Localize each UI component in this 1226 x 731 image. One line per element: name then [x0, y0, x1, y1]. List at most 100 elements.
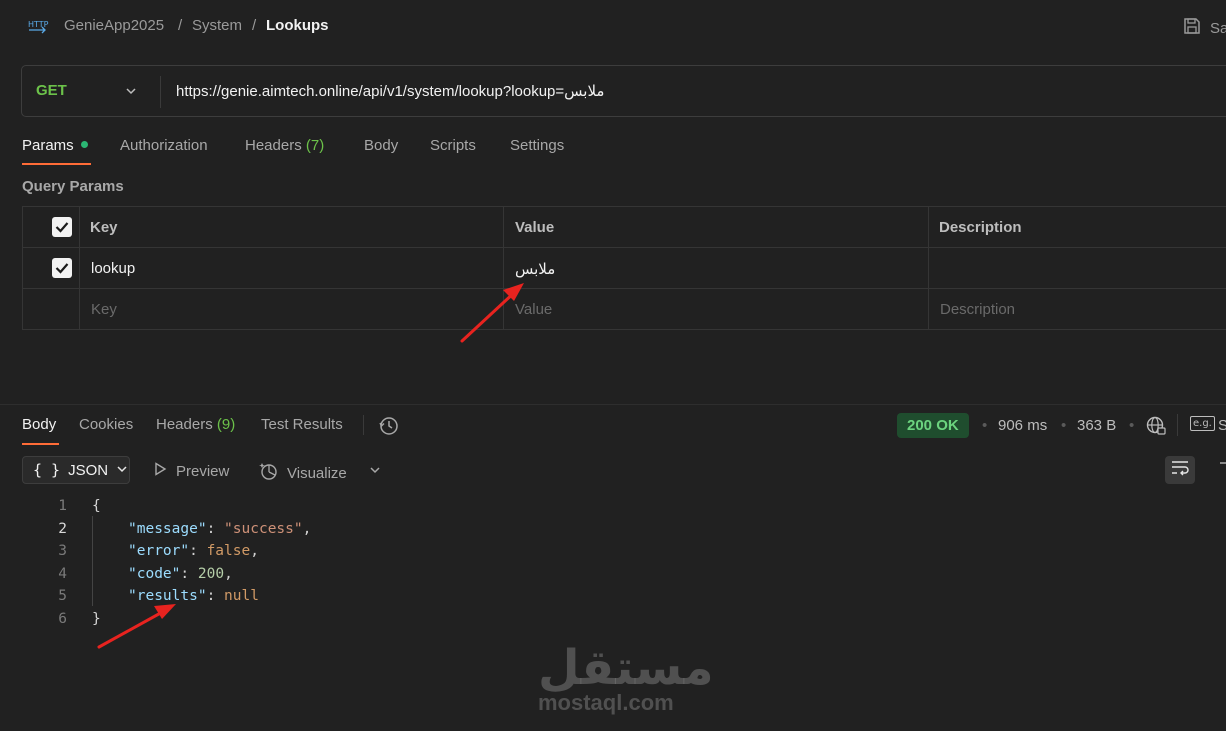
response-tab-body[interactable]: Body — [22, 416, 56, 433]
meta-separator: • — [982, 417, 988, 434]
json-key: "code" — [128, 566, 181, 582]
query-params-title: Query Params — [22, 178, 124, 195]
select-all-checkbox[interactable] — [52, 217, 72, 237]
response-tab-test-results[interactable]: Test Results — [261, 416, 343, 433]
watermark-arabic: مستقل — [538, 640, 714, 696]
preview-label: Preview — [176, 462, 230, 480]
line-number: 1 — [58, 498, 67, 514]
new-value-input[interactable]: Value — [515, 301, 552, 318]
history-icon[interactable] — [378, 415, 400, 441]
meta-divider — [1177, 414, 1178, 436]
params-indicator-dot — [80, 140, 88, 148]
new-description-input[interactable]: Description — [940, 301, 1015, 318]
url-bar: GET https://genie.aimtech.online/api/v1/… — [21, 65, 1226, 117]
save-button[interactable]: Sa — [1182, 16, 1226, 40]
save-response-label[interactable]: S — [1218, 417, 1226, 434]
url-divider — [160, 76, 161, 108]
query-params-table: Key Value Description lookup ملابس Key V… — [22, 206, 1226, 330]
code-line: "results": null — [128, 588, 259, 604]
meta-separator: • — [1129, 417, 1135, 434]
line-number: 4 — [58, 566, 67, 582]
format-select[interactable]: { } JSON — [22, 456, 130, 484]
response-tab-headers[interactable]: Headers (9) — [156, 416, 235, 433]
code-line: { — [92, 498, 101, 520]
save-icon — [1182, 16, 1202, 40]
pane-divider[interactable] — [0, 404, 1226, 405]
breadcrumb-folder[interactable]: System — [192, 17, 242, 34]
visualize-label: Visualize — [287, 464, 347, 482]
play-icon — [152, 461, 168, 481]
json-key: "message" — [128, 521, 207, 537]
table-header-row: Key Value Description — [23, 207, 1226, 248]
filter-icon[interactable] — [1220, 462, 1226, 464]
breadcrumb-separator: / — [178, 17, 183, 34]
tab-separator — [363, 415, 364, 435]
table-row-empty: Key Value Description — [23, 289, 1226, 330]
visualize-menu-chevron-icon[interactable] — [368, 463, 382, 481]
response-tab-headers-label: Headers — [156, 416, 213, 433]
format-label: JSON — [68, 461, 109, 479]
tab-scripts[interactable]: Scripts — [430, 137, 476, 154]
svg-text:HTTP: HTTP — [28, 20, 49, 29]
network-globe-icon[interactable] — [1145, 415, 1167, 441]
json-braces-icon: { } — [33, 461, 61, 479]
active-tab-indicator — [22, 163, 91, 165]
json-boolean-value: false — [206, 543, 251, 559]
headers-count: (7) — [305, 137, 325, 154]
tab-body[interactable]: Body — [364, 137, 398, 154]
breadcrumb-separator: / — [252, 17, 257, 34]
preview-button[interactable]: Preview — [152, 461, 229, 481]
save-as-example-icon[interactable]: e.g. — [1190, 416, 1215, 431]
save-label: Sa — [1210, 19, 1226, 37]
json-close-brace: } — [92, 611, 101, 627]
column-header-value: Value — [515, 219, 555, 236]
code-line: "message": "success", — [128, 521, 312, 537]
response-size[interactable]: 363 B — [1077, 417, 1116, 434]
param-enabled-checkbox[interactable] — [52, 258, 72, 278]
watermark-latin: mostaql.com — [538, 690, 674, 715]
line-number: 6 — [58, 611, 67, 627]
new-key-input[interactable]: Key — [91, 301, 117, 318]
method-select[interactable]: GET — [36, 82, 67, 99]
chevron-down-icon — [116, 462, 128, 479]
wrap-lines-button[interactable] — [1165, 456, 1195, 484]
response-headers-count: (9) — [216, 416, 236, 433]
tab-settings[interactable]: Settings — [510, 137, 564, 154]
response-active-tab-indicator — [22, 443, 59, 445]
json-number-value: 200 — [197, 566, 225, 582]
tab-params[interactable]: Params — [22, 137, 88, 154]
breadcrumb-request: Lookups — [266, 17, 329, 34]
code-line: } — [92, 611, 101, 633]
json-key: "results" — [128, 588, 207, 604]
status-badge[interactable]: 200 OK — [897, 413, 969, 438]
column-header-description: Description — [939, 219, 1022, 236]
json-open-brace: { — [92, 498, 101, 514]
tab-authorization[interactable]: Authorization — [120, 137, 208, 154]
table-row: lookup ملابس — [23, 248, 1226, 289]
line-number: 5 — [58, 588, 67, 604]
param-key-input[interactable]: lookup — [91, 260, 135, 277]
json-key: "error" — [128, 543, 190, 559]
http-icon: HTTP — [27, 16, 49, 36]
tab-headers[interactable]: Headers (7) — [245, 137, 324, 154]
json-string-value: "success" — [224, 521, 303, 537]
tab-headers-label: Headers — [245, 137, 302, 154]
breadcrumb-collection[interactable]: GenieApp2025 — [64, 17, 164, 34]
indent-guide — [92, 516, 93, 606]
visualize-button[interactable]: Visualize — [259, 461, 347, 485]
annotation-arrow-results — [97, 604, 176, 649]
response-time[interactable]: 906 ms — [998, 417, 1047, 434]
param-value-input[interactable]: ملابس — [515, 260, 555, 278]
line-number: 2 — [58, 521, 67, 537]
visualize-icon — [259, 461, 279, 485]
tab-params-label: Params — [22, 137, 74, 154]
code-line: "code": 200, — [128, 566, 233, 582]
wrap-lines-icon — [1170, 459, 1190, 481]
json-null-value: null — [224, 588, 259, 604]
response-tab-cookies[interactable]: Cookies — [79, 416, 133, 433]
url-input[interactable]: https://genie.aimtech.online/api/v1/syst… — [176, 82, 604, 100]
column-header-key: Key — [90, 219, 118, 236]
chevron-down-icon[interactable] — [124, 84, 138, 98]
code-line: "error": false, — [128, 543, 259, 559]
line-number: 3 — [58, 543, 67, 559]
